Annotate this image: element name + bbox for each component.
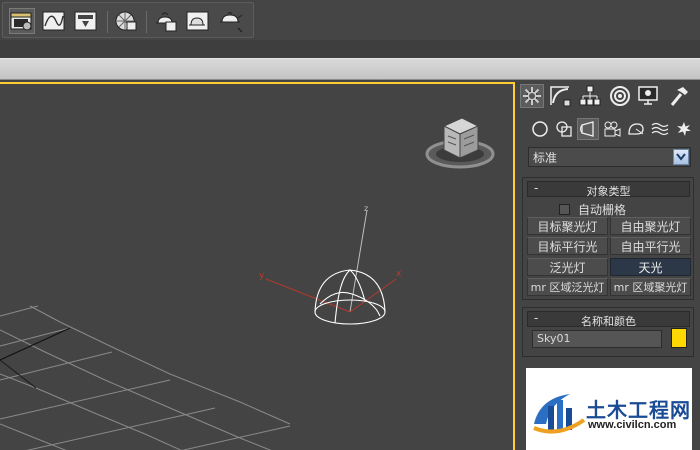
mr-area-omni-button[interactable]: mr 区域泛光灯 — [527, 278, 608, 296]
rendered-frame-window-icon — [186, 11, 209, 31]
object-type-rollout-header[interactable]: - 对象类型 — [527, 181, 690, 198]
tab-modify[interactable] — [548, 84, 572, 108]
toolbar-group — [2, 2, 254, 38]
hammer-icon — [670, 87, 688, 106]
curve-editor-button[interactable] — [41, 8, 67, 34]
motion-icon — [610, 86, 630, 106]
watermark: 土木工程网 www.civilcn.com — [526, 368, 692, 450]
y-axis-label: y — [259, 271, 265, 281]
subtab-systems[interactable] — [673, 118, 695, 140]
tab-hierarchy[interactable] — [578, 84, 602, 108]
scene-explorer-icon — [10, 12, 32, 31]
toolbar-separator — [107, 11, 108, 33]
sphere-icon — [532, 121, 548, 137]
viewport-menu-bar — [0, 58, 700, 80]
material-editor-icon — [115, 11, 137, 31]
tab-motion[interactable] — [608, 84, 632, 108]
chevron-down-icon — [676, 153, 686, 161]
rendered-frame-window-button[interactable] — [185, 8, 211, 34]
subtab-geometry[interactable] — [529, 118, 551, 140]
home-grid — [0, 305, 291, 450]
render-to-texture-icon — [74, 11, 97, 31]
grid-axis-line — [0, 327, 71, 361]
skylight-helper[interactable] — [314, 269, 386, 325]
systems-icon — [677, 122, 691, 136]
skylight-button[interactable]: 天光 — [610, 258, 691, 276]
toolbar-separator — [146, 11, 147, 33]
object-name-field[interactable]: Sky01 — [532, 330, 662, 348]
create-icon — [523, 87, 541, 105]
autogrid-checkbox[interactable] — [559, 204, 570, 215]
viewcube[interactable] — [425, 117, 495, 169]
tab-display[interactable] — [636, 84, 660, 108]
autogrid-label: 自动栅格 — [578, 203, 627, 217]
object-color-swatch[interactable] — [671, 328, 687, 348]
camera-icon — [604, 121, 621, 137]
shapes-icon — [556, 121, 572, 137]
render-production-button[interactable] — [217, 8, 243, 34]
perspective-viewport[interactable]: z y x — [0, 82, 515, 450]
category-value: 标准 — [533, 150, 558, 165]
target-direct-button[interactable]: 目标平行光 — [527, 237, 608, 255]
subtab-space-warps[interactable] — [649, 118, 671, 140]
rollout-title: 对象类型 — [586, 185, 631, 198]
toolbar-strip — [0, 40, 700, 58]
omni-button[interactable]: 泛光灯 — [527, 258, 608, 276]
subtab-shapes[interactable] — [553, 118, 575, 140]
material-editor-button[interactable] — [113, 8, 139, 34]
grid-axis-line — [0, 359, 37, 389]
free-direct-button[interactable]: 自由平行光 — [610, 237, 691, 255]
render-to-texture-button[interactable] — [73, 8, 99, 34]
teapot-render-icon — [220, 12, 242, 33]
name-color-rollout: - 名称和颜色 Sky01 — [522, 307, 694, 357]
target-spot-button[interactable]: 目标聚光灯 — [527, 217, 608, 235]
curve-editor-icon — [42, 11, 65, 31]
watermark-url: www.civilcn.com — [588, 419, 677, 431]
rollout-title: 名称和颜色 — [581, 315, 636, 328]
tape-helper-icon — [628, 123, 644, 135]
autogrid-option[interactable]: 自动栅格 — [559, 201, 626, 218]
main-toolbar — [0, 0, 700, 40]
render-setup-button[interactable] — [153, 8, 179, 34]
subtab-cameras[interactable] — [601, 118, 623, 140]
tab-utilities[interactable] — [666, 84, 690, 108]
category-dropdown[interactable]: 标准 — [528, 147, 691, 167]
name-color-rollout-header[interactable]: - 名称和颜色 — [527, 311, 690, 328]
scene-explorer-button[interactable] — [9, 8, 35, 34]
free-spot-button[interactable]: 自由聚光灯 — [610, 217, 691, 235]
z-axis-label: z — [364, 204, 368, 213]
dropdown-arrow[interactable] — [673, 149, 689, 165]
light-icon — [580, 121, 594, 137]
display-icon — [638, 86, 658, 105]
subtab-helpers[interactable] — [625, 118, 647, 140]
mr-area-spot-button[interactable]: mr 区域聚光灯 — [610, 278, 691, 296]
viewport-canvas: z y x — [0, 117, 495, 450]
tab-create[interactable] — [520, 84, 544, 108]
object-type-rollout: - 对象类型 自动栅格 目标聚光灯 自由聚光灯 目标平行光 自由平行光 泛光灯 … — [522, 177, 694, 300]
civilcn-logo — [533, 394, 586, 434]
modify-icon — [550, 86, 571, 107]
hierarchy-icon — [579, 85, 601, 106]
space-warp-icon — [651, 122, 669, 136]
render-setup-icon — [156, 12, 177, 32]
subtab-lights[interactable] — [577, 118, 599, 140]
x-axis-label: x — [396, 269, 402, 279]
